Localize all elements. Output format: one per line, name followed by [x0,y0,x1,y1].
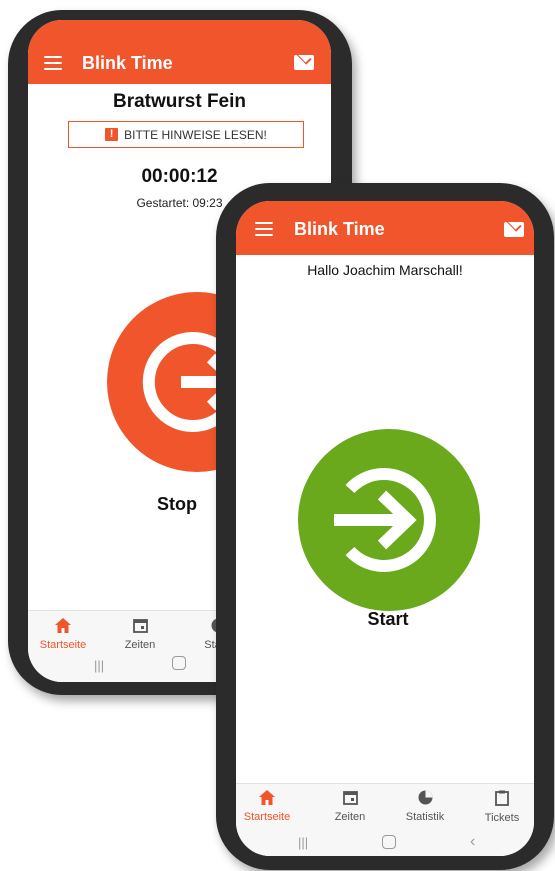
nav-label: Startseite [243,811,291,823]
nav-statistik[interactable]: Statistik [395,790,455,823]
greeting: Hallo Joachim Marschall! [307,262,463,278]
app-bar: Blink Time [236,201,534,255]
nav-startseite[interactable]: Startseite [33,618,93,651]
recents-button[interactable]: ||| [298,835,308,850]
product-title: Bratwurst Fein [112,91,247,112]
nav-label: Startseite [39,639,87,651]
system-nav-bar: ||| ‹ [236,831,534,856]
nav-label: Zeiten [334,811,366,823]
back-system-button[interactable]: ‹ [470,833,475,851]
mail-icon[interactable] [294,55,314,70]
front-phone: Blink Time Hallo Joachim Marschall! Star… [216,183,554,870]
home-icon [55,618,71,633]
nav-startseite[interactable]: Startseite [237,790,297,823]
mail-icon[interactable] [504,222,524,237]
calendar-icon [132,619,148,633]
front-phone-screen: Blink Time Hallo Joachim Marschall! Star… [236,201,534,856]
app-title: Blink Time [82,53,173,73]
pie-chart-icon [418,790,432,805]
nav-zeiten[interactable]: Zeiten [320,790,380,823]
app-bar: Blink Time [28,20,331,84]
nav-zeiten[interactable]: Zeiten [110,618,170,651]
hamburger-icon[interactable] [44,56,62,70]
start-label: Start [367,609,409,629]
enter-icon [334,468,436,572]
bottom-nav: Startseite Zeiten Statistik Tickets [236,783,534,832]
notice-button[interactable]: ! BITTE HINWEISE LESEN! [68,121,304,148]
recents-button[interactable]: ||| [94,658,104,673]
home-system-button[interactable] [382,835,396,849]
calendar-icon [342,791,358,805]
nav-label: Tickets [484,812,520,824]
hamburger-icon[interactable] [255,222,273,236]
home-system-button[interactable] [172,656,186,670]
nav-label: Zeiten [124,639,156,651]
nav-label: Statistik [405,811,445,823]
home-icon [259,790,275,805]
start-button[interactable] [298,429,480,611]
app-title: Blink Time [294,219,385,239]
alert-icon: ! [105,128,119,141]
clipboard-icon [495,790,509,806]
notice-button-label: BITTE HINWEISE LESEN! [124,127,267,142]
stop-label: Stop [157,494,197,514]
nav-tickets[interactable]: Tickets [472,790,532,824]
